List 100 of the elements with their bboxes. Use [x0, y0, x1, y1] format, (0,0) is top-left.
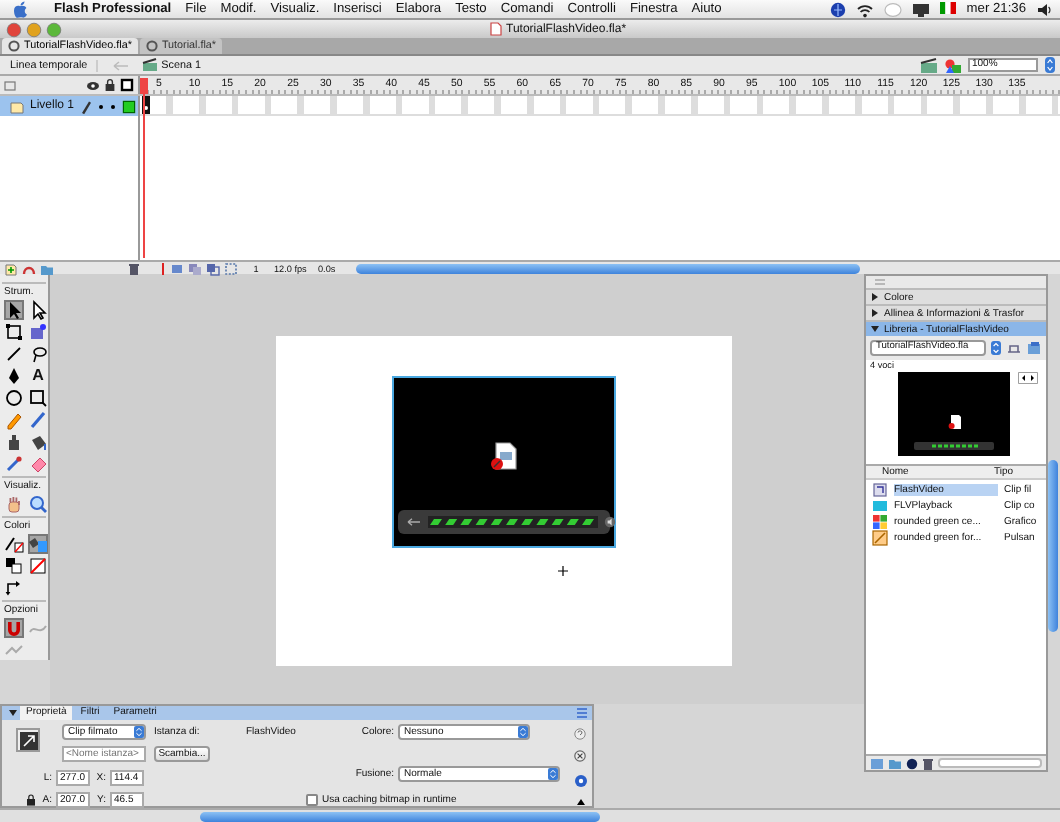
collapse-triangle-icon[interactable] — [575, 797, 585, 806]
line-icon — [4, 344, 24, 364]
tool-button[interactable] — [4, 322, 24, 342]
tool-button[interactable] — [4, 556, 24, 576]
video-file-icon — [490, 442, 518, 472]
zoom-icon — [28, 494, 48, 514]
back-arrow-icon — [406, 516, 422, 528]
ring-icon[interactable] — [573, 773, 587, 788]
tool-button[interactable] — [4, 432, 24, 452]
edit-symbols-icon[interactable] — [944, 57, 962, 73]
layer-icon — [10, 99, 24, 113]
pencil-icon — [80, 99, 93, 113]
speaker-icon — [604, 516, 616, 528]
tool-button[interactable] — [4, 300, 24, 320]
tool-button[interactable]: A — [28, 366, 48, 386]
lock-icon[interactable] — [26, 794, 36, 806]
playhead[interactable] — [140, 78, 148, 258]
hand-icon — [4, 494, 24, 514]
arrow-pointer-icon — [4, 300, 24, 320]
scrollbar-thumb[interactable] — [1048, 460, 1058, 632]
add-layer-icon[interactable] — [4, 261, 18, 275]
onion-skin-icon[interactable] — [188, 261, 202, 275]
trash-icon[interactable] — [922, 757, 934, 769]
help-icon[interactable] — [574, 728, 586, 740]
registration-crosshair — [558, 566, 568, 576]
speaker-icon[interactable] — [1036, 1, 1052, 17]
disclosure-triangle-icon — [8, 708, 18, 718]
tool-button[interactable] — [28, 432, 48, 452]
lasso-icon — [28, 344, 48, 364]
tool-button[interactable] — [4, 366, 24, 386]
scrollbar-thumb[interactable] — [356, 263, 860, 273]
default-colors-icon — [4, 556, 24, 576]
tool-button[interactable] — [28, 300, 48, 320]
video-player[interactable] — [392, 376, 616, 548]
circle-icon — [4, 388, 24, 408]
eyedropper-icon — [4, 454, 24, 474]
component-icon — [872, 498, 888, 514]
close-button[interactable] — [6, 21, 22, 37]
scrollbar-track[interactable] — [938, 758, 1042, 768]
stepper-icon — [548, 768, 558, 780]
flag-icon[interactable] — [940, 2, 957, 16]
circle-icon — [145, 40, 158, 52]
edit-scene-icon[interactable] — [920, 57, 938, 73]
onion-outline-icon[interactable] — [206, 261, 220, 275]
paint-bucket-icon — [28, 432, 48, 452]
stepper-icon[interactable] — [1044, 56, 1056, 74]
outline-toggle-icon — [122, 99, 137, 113]
pencil-icon — [4, 410, 24, 430]
center-frame-icon[interactable] — [170, 261, 184, 275]
no-color-icon — [28, 556, 48, 576]
transform-box-icon — [4, 322, 24, 342]
pen-nib-icon — [4, 366, 24, 386]
folder-icon[interactable] — [40, 261, 54, 275]
globe-icon[interactable] — [830, 1, 847, 17]
video-file-icon — [947, 414, 961, 430]
eraser-icon — [28, 454, 48, 474]
pin-icon[interactable] — [1006, 340, 1022, 356]
fill-color-icon — [28, 534, 48, 554]
tool-button[interactable] — [4, 534, 24, 554]
rectangle-icon — [28, 388, 48, 408]
stepper-icon[interactable] — [990, 340, 1002, 356]
circle-icon — [8, 40, 20, 52]
tool-button[interactable] — [4, 344, 24, 364]
clapperboard-icon — [141, 58, 158, 72]
play-controls-icon[interactable] — [1018, 372, 1038, 384]
brush-icon — [28, 410, 48, 430]
stroke-color-icon — [4, 534, 24, 554]
grip-icon — [874, 278, 886, 286]
tool-button[interactable] — [4, 388, 24, 408]
wifi-icon[interactable] — [856, 1, 875, 17]
gradient-icon — [28, 322, 48, 342]
trash-icon[interactable] — [128, 261, 140, 275]
eye-icon[interactable] — [86, 79, 100, 91]
layers-icon — [4, 79, 16, 91]
hollow-arrow-icon — [28, 300, 48, 320]
shapes-icon — [872, 514, 888, 530]
zoom-button[interactable] — [46, 21, 62, 37]
motion-guide-icon[interactable] — [22, 261, 36, 275]
edit-frames-icon[interactable] — [224, 261, 238, 275]
stepper-icon — [518, 726, 528, 738]
tool-button[interactable] — [28, 344, 48, 364]
options-menu-icon[interactable] — [576, 708, 588, 718]
apple-icon[interactable] — [12, 0, 28, 18]
new-library-icon[interactable] — [1026, 340, 1042, 356]
marker-line-icon[interactable] — [160, 261, 166, 275]
swap-icon — [4, 578, 24, 598]
striped-bar-drawing — [914, 442, 994, 450]
document-icon — [490, 22, 502, 36]
minimize-button[interactable] — [26, 21, 42, 37]
tool-button[interactable] — [28, 388, 48, 408]
outline-square-icon[interactable] — [120, 78, 134, 92]
display-icon[interactable] — [912, 1, 931, 17]
zigzag-icon — [4, 640, 24, 660]
symbol-icon — [16, 728, 40, 752]
scrollbar-thumb[interactable] — [200, 812, 600, 822]
tool-button[interactable] — [4, 578, 24, 598]
lock-icon[interactable] — [104, 78, 116, 92]
keyframe-marker — [142, 96, 150, 114]
button-symbol-icon — [872, 530, 888, 546]
movie-clip-icon — [872, 482, 888, 498]
